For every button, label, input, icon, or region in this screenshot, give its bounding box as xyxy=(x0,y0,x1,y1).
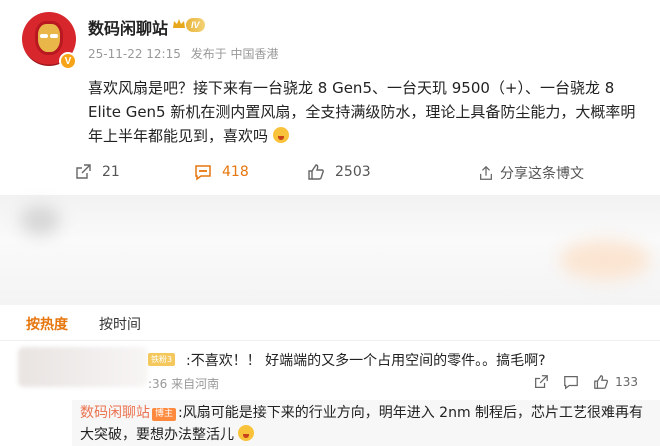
crown-icon xyxy=(173,19,185,28)
repost-button[interactable]: 21 xyxy=(74,163,120,181)
comment-button[interactable]: 418 xyxy=(194,163,249,181)
comment-count: 418 xyxy=(222,164,249,180)
reply-item: 数码闲聊站 博主:风扇可能是接下来的行业方向，明年进入 2nm 制程后，芯片工艺很… xyxy=(80,402,650,446)
post-actions: 21 418 2503 分享这条博文 xyxy=(0,158,660,188)
post-timestamp: 25-11-22 12:15 xyxy=(88,47,181,61)
fan-badge: 铁粉3 xyxy=(148,353,176,366)
comment-actions: 133 xyxy=(533,374,638,390)
post-location: 发布于 中国香港 xyxy=(190,47,279,61)
comment-like-button[interactable]: 133 xyxy=(593,374,638,390)
tab-sort-time[interactable]: 按时间 xyxy=(99,314,141,334)
comment-sort-bar: 按热度 按时间 xyxy=(0,305,660,341)
emoji-icon xyxy=(272,127,289,143)
level-badge: IV xyxy=(186,18,205,32)
blurred-commenter xyxy=(18,347,148,387)
repost-icon[interactable] xyxy=(533,374,549,390)
like-count: 2503 xyxy=(335,164,371,180)
post-meta: 25-11-22 12:15 发布于 中国香港 xyxy=(88,45,285,62)
like-button[interactable]: 2503 xyxy=(307,163,371,181)
comment-like-count: 133 xyxy=(615,375,638,389)
comment-text: :不喜欢！！ 好端端的又多一个占用空间的零件。。搞毛啊? xyxy=(186,353,546,369)
post-username[interactable]: 数码闲聊站 xyxy=(88,15,168,39)
repost-icon xyxy=(76,164,91,179)
thumbs-up-icon xyxy=(594,375,609,389)
repost-count: 21 xyxy=(102,164,120,180)
comment-meta: :36 来自河南 xyxy=(148,377,220,391)
weibo-post: V 数码闲聊站 IV 25-11-22 12:15 发布于 中国香港 喜欢风扇是… xyxy=(0,0,660,195)
post-content-text: 喜欢风扇是吧？接下来有一台骁龙 8 Gen5、一台天玑 9500（+）、一台骁龙… xyxy=(88,79,636,145)
thumbs-up-icon xyxy=(308,164,324,180)
share-label: 分享这条博文 xyxy=(500,166,584,182)
share-button[interactable]: 分享这条博文 xyxy=(478,163,584,183)
comment-icon xyxy=(195,165,211,181)
comment-icon[interactable] xyxy=(563,374,579,390)
reply-box: 数码闲聊站 博主:风扇可能是接下来的行业方向，明年进入 2nm 制程后，芯片工艺很… xyxy=(72,400,660,446)
post-content: 喜欢风扇是吧？接下来有一台骁龙 8 Gen5、一台天玑 9500（+）、一台骁龙… xyxy=(88,76,648,148)
verified-badge: V xyxy=(59,52,77,70)
emoji-icon xyxy=(238,425,255,441)
share-icon xyxy=(480,165,492,180)
tab-sort-hot[interactable]: 按热度 xyxy=(26,314,68,334)
reply-username[interactable]: 数码闲聊站 xyxy=(80,405,150,421)
author-badge: 博主 xyxy=(152,408,177,421)
blurred-region xyxy=(0,195,660,305)
